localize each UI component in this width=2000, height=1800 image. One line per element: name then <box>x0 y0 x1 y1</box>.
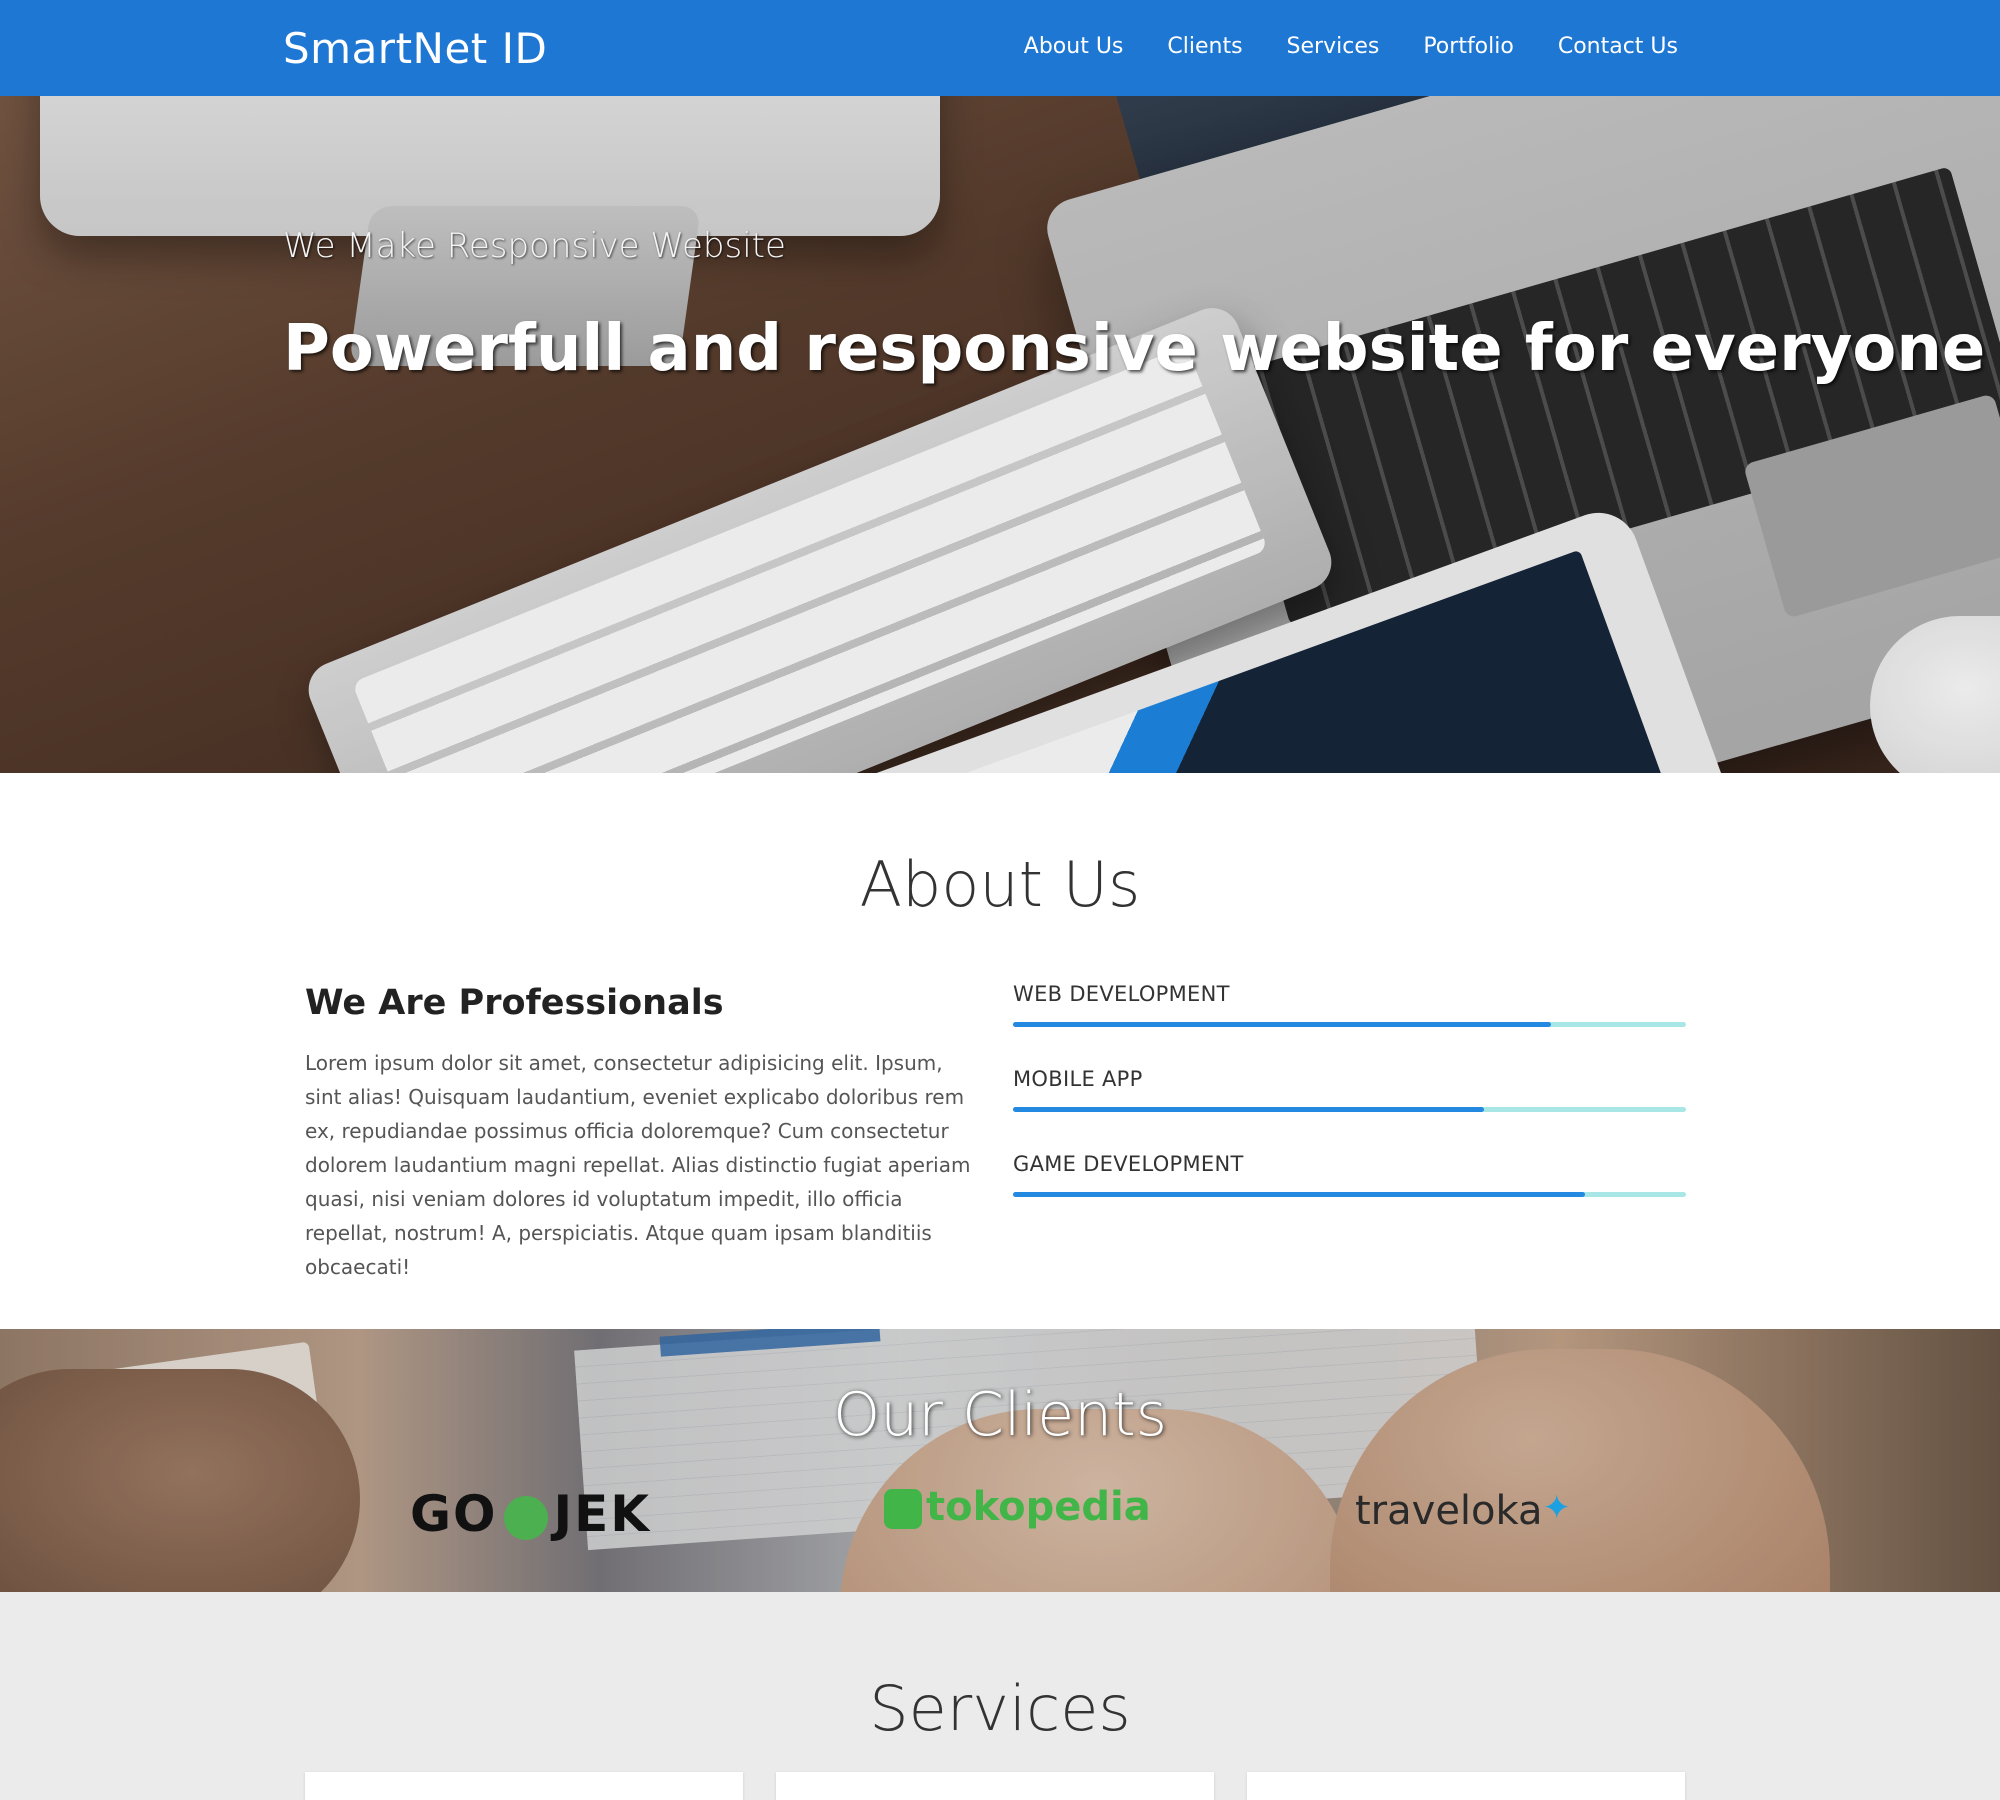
skill-web-development: WEB DEVELOPMENT <box>1013 982 1686 1027</box>
main-nav: About Us Clients Services Portfolio Cont… <box>1024 34 1678 59</box>
hero-title: Powerfull and responsive website for eve… <box>283 312 1986 386</box>
skill-progress-track <box>1013 1022 1686 1027</box>
service-card[interactable] <box>776 1772 1214 1800</box>
hero-banner <box>0 96 2000 773</box>
service-card[interactable] <box>305 1772 743 1800</box>
service-card[interactable] <box>1247 1772 1685 1800</box>
nav-link-clients[interactable]: Clients <box>1167 34 1242 59</box>
brand-logo[interactable]: SmartNet ID <box>283 24 547 73</box>
nav-link-about-us[interactable]: About Us <box>1024 34 1124 59</box>
skill-mobile-app: MOBILE APP <box>1013 1067 1686 1112</box>
nav-link-services[interactable]: Services <box>1287 34 1380 59</box>
skill-progress-track <box>1013 1107 1686 1112</box>
clients-section-title: Our Clients <box>833 1380 1167 1450</box>
about-section-title: About Us <box>859 848 1141 921</box>
skill-label: GAME DEVELOPMENT <box>1013 1152 1244 1176</box>
about-paragraph: Lorem ipsum dolor sit amet, consectetur … <box>305 1051 971 1279</box>
client-logo-traveloka: traveloka✦ <box>1355 1488 1571 1534</box>
skill-progress-fill <box>1013 1022 1552 1027</box>
skill-progress-fill <box>1013 1107 1485 1112</box>
traveloka-bird-icon: ✦ <box>1542 1488 1571 1528</box>
skill-progress-fill <box>1013 1192 1586 1197</box>
skill-progress-track <box>1013 1192 1686 1197</box>
hero-subtitle: We Make Responsive Website <box>283 226 786 266</box>
skill-game-development: GAME DEVELOPMENT <box>1013 1152 1686 1197</box>
about-heading: We Are Professionals <box>305 983 724 1023</box>
tokopedia-owl-icon <box>884 1489 922 1529</box>
skill-label: MOBILE APP <box>1013 1067 1143 1091</box>
client-logo-tokopedia: tokopedia <box>884 1484 1151 1530</box>
services-section-title: Services <box>869 1672 1131 1745</box>
navbar: SmartNet ID About Us Clients Services Po… <box>0 0 2000 96</box>
gojek-scooter-icon <box>503 1495 548 1540</box>
skill-label: WEB DEVELOPMENT <box>1013 982 1230 1006</box>
nav-link-portfolio[interactable]: Portfolio <box>1423 34 1514 59</box>
clients-banner <box>0 1329 2000 1592</box>
client-logo-gojek: GO JEK <box>410 1485 652 1543</box>
nav-link-contact-us[interactable]: Contact Us <box>1558 34 1678 59</box>
